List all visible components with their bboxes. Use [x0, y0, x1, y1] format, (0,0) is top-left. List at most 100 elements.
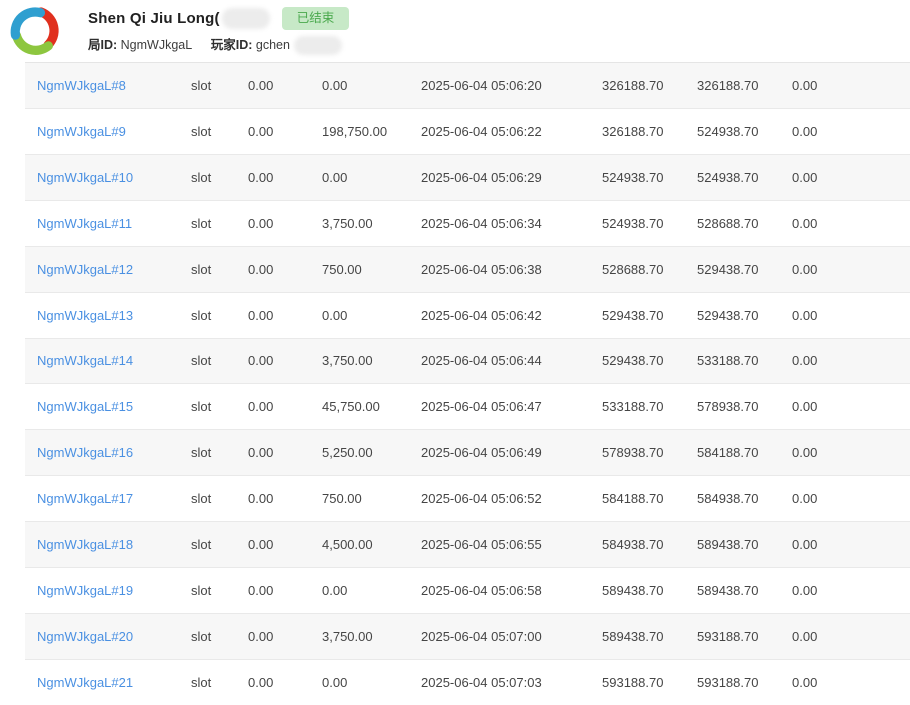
round-id-link[interactable]: NgmWJkgaL#12 [37, 262, 133, 277]
round-id-link[interactable]: NgmWJkgaL#17 [37, 491, 133, 506]
table-row: NgmWJkgaL#13 slot 0.00 0.00 2025-06-04 0… [25, 293, 910, 339]
table-row: NgmWJkgaL#15 slot 0.00 45,750.00 2025-06… [25, 384, 910, 430]
game-type-cell: slot [191, 308, 248, 323]
balance-after-cell: 578938.70 [697, 399, 792, 414]
amount3-cell: 0.00 [792, 170, 910, 185]
amount1-cell: 0.00 [248, 445, 322, 460]
table-row: NgmWJkgaL#16 slot 0.00 5,250.00 2025-06-… [25, 430, 910, 476]
amount2-cell: 3,750.00 [322, 353, 421, 368]
balance-after-cell: 589438.70 [697, 537, 792, 552]
round-id-link[interactable]: NgmWJkgaL#14 [37, 353, 133, 368]
status-badge: 已结束 [282, 7, 350, 30]
balance-before-cell: 533188.70 [602, 399, 697, 414]
amount2-cell: 198,750.00 [322, 124, 421, 139]
balance-before-cell: 589438.70 [602, 583, 697, 598]
amount1-cell: 0.00 [248, 353, 322, 368]
round-id-link[interactable]: NgmWJkgaL#13 [37, 308, 133, 323]
balance-after-cell: 524938.70 [697, 124, 792, 139]
amount2-cell: 0.00 [322, 675, 421, 690]
amount1-cell: 0.00 [248, 262, 322, 277]
table-row: NgmWJkgaL#20 slot 0.00 3,750.00 2025-06-… [25, 614, 910, 660]
table-row: NgmWJkgaL#19 slot 0.00 0.00 2025-06-04 0… [25, 568, 910, 614]
amount3-cell: 0.00 [792, 675, 910, 690]
player-id-label: 玩家ID: [211, 38, 253, 52]
amount1-cell: 0.00 [248, 124, 322, 139]
amount1-cell: 0.00 [248, 399, 322, 414]
balance-after-cell: 524938.70 [697, 170, 792, 185]
amount3-cell: 0.00 [792, 629, 910, 644]
amount1-cell: 0.00 [248, 537, 322, 552]
round-id-link[interactable]: NgmWJkgaL#11 [37, 216, 132, 231]
game-logo-icon [8, 4, 62, 58]
time-cell: 2025-06-04 05:06:47 [421, 399, 602, 414]
round-id-link[interactable]: NgmWJkgaL#15 [37, 399, 133, 414]
game-type-cell: slot [191, 216, 248, 231]
amount3-cell: 0.00 [792, 353, 910, 368]
amount3-cell: 0.00 [792, 583, 910, 598]
balance-after-cell: 529438.70 [697, 308, 792, 323]
amount2-cell: 0.00 [322, 78, 421, 93]
game-header: Shen Qi Jiu Long( 已结束 局ID: NgmWJkgaL 玩家I… [0, 0, 910, 62]
round-id-value: NgmWJkgaL [121, 38, 192, 52]
game-type-cell: slot [191, 124, 248, 139]
amount1-cell: 0.00 [248, 629, 322, 644]
table-row: NgmWJkgaL#18 slot 0.00 4,500.00 2025-06-… [25, 522, 910, 568]
round-id-link[interactable]: NgmWJkgaL#20 [37, 629, 133, 644]
round-id-link[interactable]: NgmWJkgaL#16 [37, 445, 133, 460]
time-cell: 2025-06-04 05:06:44 [421, 353, 602, 368]
amount2-cell: 4,500.00 [322, 537, 421, 552]
header-meta: 局ID: NgmWJkgaL 玩家ID: gchen [88, 34, 349, 55]
time-cell: 2025-06-04 05:07:03 [421, 675, 602, 690]
amount3-cell: 0.00 [792, 445, 910, 460]
amount1-cell: 0.00 [248, 491, 322, 506]
game-type-cell: slot [191, 675, 248, 690]
amount2-cell: 750.00 [322, 491, 421, 506]
amount3-cell: 0.00 [792, 308, 910, 323]
amount2-cell: 750.00 [322, 262, 421, 277]
amount1-cell: 0.00 [248, 78, 322, 93]
time-cell: 2025-06-04 05:06:52 [421, 491, 602, 506]
round-id-link[interactable]: NgmWJkgaL#10 [37, 170, 133, 185]
time-cell: 2025-06-04 05:06:55 [421, 537, 602, 552]
balance-before-cell: 589438.70 [602, 629, 697, 644]
round-id-link[interactable]: NgmWJkgaL#8 [37, 78, 126, 93]
balance-after-cell: 593188.70 [697, 629, 792, 644]
balance-before-cell: 326188.70 [602, 124, 697, 139]
balance-after-cell: 593188.70 [697, 675, 792, 690]
round-id-link[interactable]: NgmWJkgaL#21 [37, 675, 133, 690]
round-id-link[interactable]: NgmWJkgaL#19 [37, 583, 133, 598]
amount1-cell: 0.00 [248, 216, 322, 231]
amount2-cell: 45,750.00 [322, 399, 421, 414]
game-type-cell: slot [191, 262, 248, 277]
redacted-title-text [222, 8, 270, 29]
balance-before-cell: 529438.70 [602, 353, 697, 368]
time-cell: 2025-06-04 05:06:58 [421, 583, 602, 598]
table-row: NgmWJkgaL#17 slot 0.00 750.00 2025-06-04… [25, 476, 910, 522]
table-row: NgmWJkgaL#11 slot 0.00 3,750.00 2025-06-… [25, 201, 910, 247]
game-type-cell: slot [191, 445, 248, 460]
amount3-cell: 0.00 [792, 262, 910, 277]
amount2-cell: 0.00 [322, 308, 421, 323]
balance-before-cell: 584188.70 [602, 491, 697, 506]
amount3-cell: 0.00 [792, 124, 910, 139]
amount3-cell: 0.00 [792, 216, 910, 231]
time-cell: 2025-06-04 05:06:34 [421, 216, 602, 231]
amount1-cell: 0.00 [248, 675, 322, 690]
balance-before-cell: 529438.70 [602, 308, 697, 323]
round-id-label: 局ID: [88, 38, 117, 52]
amount2-cell: 0.00 [322, 583, 421, 598]
game-type-cell: slot [191, 78, 248, 93]
time-cell: 2025-06-04 05:06:20 [421, 78, 602, 93]
time-cell: 2025-06-04 05:06:38 [421, 262, 602, 277]
rounds-table: NgmWJkgaL#8 slot 0.00 0.00 2025-06-04 05… [25, 62, 910, 705]
balance-after-cell: 326188.70 [697, 78, 792, 93]
balance-after-cell: 533188.70 [697, 353, 792, 368]
balance-before-cell: 584938.70 [602, 537, 697, 552]
balance-after-cell: 528688.70 [697, 216, 792, 231]
round-id-link[interactable]: NgmWJkgaL#18 [37, 537, 133, 552]
game-type-cell: slot [191, 491, 248, 506]
round-id-link[interactable]: NgmWJkgaL#9 [37, 124, 126, 139]
table-row: NgmWJkgaL#14 slot 0.00 3,750.00 2025-06-… [25, 339, 910, 385]
table-row: NgmWJkgaL#12 slot 0.00 750.00 2025-06-04… [25, 247, 910, 293]
game-title: Shen Qi Jiu Long( [88, 10, 220, 27]
